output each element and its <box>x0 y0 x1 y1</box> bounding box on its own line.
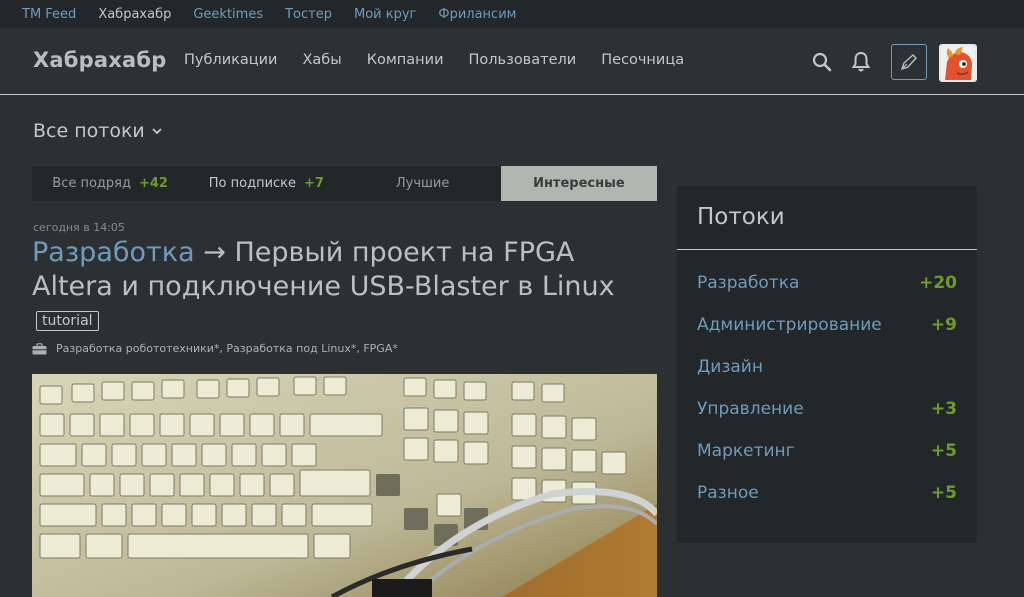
site-header: Хабрахабр Публикации Хабы Компании Польз… <box>0 28 1024 95</box>
pen-icon <box>900 54 917 71</box>
flows-sidebar: Потоки Разработка +20 Администрирование … <box>677 186 977 543</box>
sidebar-item-label: Администрирование <box>697 315 882 335</box>
nav-publications[interactable]: Публикации <box>184 52 277 68</box>
tab-interesting-label: Интересные <box>533 176 625 191</box>
tab-all-count: +42 <box>138 176 168 191</box>
sidebar-flow-list: Разработка +20 Администрирование +9 Диза… <box>677 262 977 514</box>
sidebar-item-marketing[interactable]: Маркетинг +5 <box>677 430 977 472</box>
nav-users[interactable]: Пользователи <box>469 52 577 68</box>
top-link-toster[interactable]: Тостер <box>285 7 332 22</box>
feed-tabs: Все подряд +42 По подписке +7 Лучшие Инт… <box>32 166 657 201</box>
sidebar-divider <box>677 249 977 250</box>
sidebar-item-count: +9 <box>930 315 957 335</box>
sidebar-item-count: +5 <box>930 483 957 503</box>
sidebar-item-count: +5 <box>930 441 957 461</box>
top-link-tm-feed[interactable]: TM Feed <box>22 7 76 22</box>
search-icon[interactable] <box>810 50 834 74</box>
sidebar-item-design[interactable]: Дизайн <box>677 346 977 388</box>
post-title: Разработка → Первый проект на FPGA Alter… <box>32 236 657 338</box>
main-nav: Публикации Хабы Компании Пользователи Пе… <box>184 52 709 68</box>
tab-best-label: Лучшие <box>395 176 450 191</box>
nav-companies[interactable]: Компании <box>367 52 444 68</box>
sidebar-item-misc[interactable]: Разное +5 <box>677 472 977 514</box>
sidebar-item-label: Маркетинг <box>697 441 795 461</box>
all-flows-label: Все потоки <box>33 120 145 142</box>
tab-interesting[interactable]: Интересные <box>500 166 657 201</box>
top-link-moy-krug[interactable]: Мой круг <box>354 7 416 22</box>
sidebar-item-development[interactable]: Разработка +20 <box>677 262 977 304</box>
nav-sandbox[interactable]: Песочница <box>601 52 684 68</box>
post-title-arrow: → <box>203 237 226 268</box>
chevron-down-icon <box>152 128 162 135</box>
sidebar-item-label: Управление <box>697 399 804 419</box>
user-avatar[interactable] <box>939 44 977 82</box>
keyboard-photo <box>32 374 657 597</box>
sidebar-item-label: Дизайн <box>697 357 763 377</box>
tab-all-label: Все подряд <box>52 176 131 191</box>
sidebar-item-count: +3 <box>930 399 957 419</box>
top-link-freelansim[interactable]: Фрилансим <box>438 7 516 22</box>
site-logo[interactable]: Хабрахабр <box>33 48 166 72</box>
top-link-geektimes[interactable]: Geektimes <box>193 7 263 22</box>
post-hubs-list[interactable]: Разработка робототехники*, Разработка по… <box>56 342 398 355</box>
sidebar-item-label: Разработка <box>697 273 800 293</box>
sidebar-item-label: Разное <box>697 483 759 503</box>
top-link-habrahabr[interactable]: Хабрахабр <box>98 7 171 22</box>
sidebar-item-administration[interactable]: Администрирование +9 <box>677 304 977 346</box>
tab-best[interactable]: Лучшие <box>345 166 501 201</box>
sidebar-title: Потоки <box>697 204 785 230</box>
sidebar-item-count: +20 <box>919 273 957 293</box>
all-flows-dropdown[interactable]: Все потоки <box>33 120 162 142</box>
briefcase-icon <box>32 342 47 354</box>
tab-subscription-count: +7 <box>304 176 324 191</box>
post-time: сегодня в 14:05 <box>33 221 125 234</box>
tab-all[interactable]: Все подряд +42 <box>32 166 188 201</box>
tab-subscription[interactable]: По подписке +7 <box>188 166 344 201</box>
write-post-button[interactable] <box>891 44 927 80</box>
nav-hubs[interactable]: Хабы <box>302 52 341 68</box>
top-services-bar: TM Feed Хабрахабр Geektimes Тостер Мой к… <box>0 0 1024 28</box>
tab-subscription-label: По подписке <box>208 176 297 191</box>
pony-avatar-icon <box>941 46 975 80</box>
post-tag-badge: tutorial <box>36 311 99 331</box>
post-hub-link[interactable]: Разработка <box>32 237 195 268</box>
post-hubs: Разработка робототехники*, Разработка по… <box>32 342 398 355</box>
bell-icon[interactable] <box>849 50 873 74</box>
post-cover-image[interactable] <box>32 374 657 597</box>
sidebar-item-management[interactable]: Управление +3 <box>677 388 977 430</box>
